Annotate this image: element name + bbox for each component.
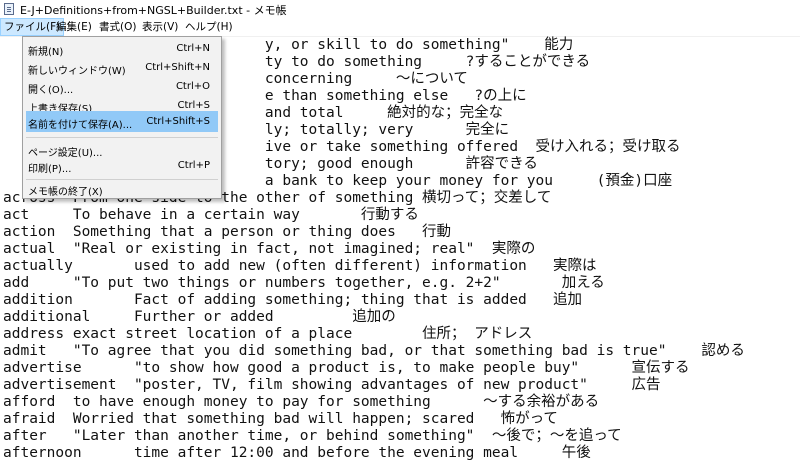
text-line: address exact street location of a place… — [3, 326, 533, 342]
menu-separator — [26, 137, 218, 138]
text-line: afraid Worried that something bad will h… — [3, 411, 558, 427]
menu-item-open[interactable]: 開く(O)... Ctrl+O — [26, 76, 218, 97]
text-line: act To behave in a certain way 行動する — [3, 207, 419, 223]
window-title: E-J+Definitions+from+NGSL+Builder.txt - … — [20, 4, 287, 17]
menu-bar: ファイル(F) 編集(E) 書式(O) 表示(V) ヘルプ(H) — [0, 18, 800, 37]
notepad-icon — [4, 3, 14, 15]
menu-item-print[interactable]: 印刷(P)... Ctrl+P — [26, 155, 218, 176]
text-line: actually used to add new (often differen… — [3, 258, 597, 274]
text-line: admit "To agree that you did something b… — [3, 343, 745, 359]
menu-edit[interactable]: 編集(E) — [53, 18, 95, 36]
text-line: add "To put two things or numbers togeth… — [3, 275, 605, 291]
file-menu-dropdown: 新規(N) Ctrl+N 新しいウィンドウ(W) Ctrl+Shift+N 開く… — [22, 36, 222, 199]
menu-help[interactable]: ヘルプ(H) — [182, 18, 236, 36]
text-line: action Something that a person or thing … — [3, 224, 452, 240]
menu-format[interactable]: 書式(O) — [96, 18, 139, 36]
menu-item-new[interactable]: 新規(N) Ctrl+N — [26, 38, 218, 59]
menu-view[interactable]: 表示(V) — [139, 18, 181, 36]
text-line: afford to have enough money to pay for s… — [3, 394, 600, 410]
text-line: additional Further or added 追加の — [3, 309, 396, 325]
menu-item-new-window[interactable]: 新しいウィンドウ(W) Ctrl+Shift+N — [26, 57, 218, 78]
text-line: actual "Real or existing in fact, not im… — [3, 241, 536, 257]
menu-item-save-as[interactable]: 名前を付けて保存(A)... Ctrl+Shift+S — [26, 111, 218, 132]
text-line: advertisement "poster, TV, film showing … — [3, 377, 661, 393]
title-bar: E-J+Definitions+from+NGSL+Builder.txt - … — [0, 0, 800, 18]
text-line: addition Fact of adding something; thing… — [3, 292, 582, 308]
menu-item-exit[interactable]: メモ帳の終了(X) — [26, 178, 218, 199]
text-line: advertise "to show how good a product is… — [3, 360, 690, 376]
text-line: afternoon time after 12:00 and before th… — [3, 445, 591, 461]
text-line: after "Later than another time, or behin… — [3, 428, 622, 444]
